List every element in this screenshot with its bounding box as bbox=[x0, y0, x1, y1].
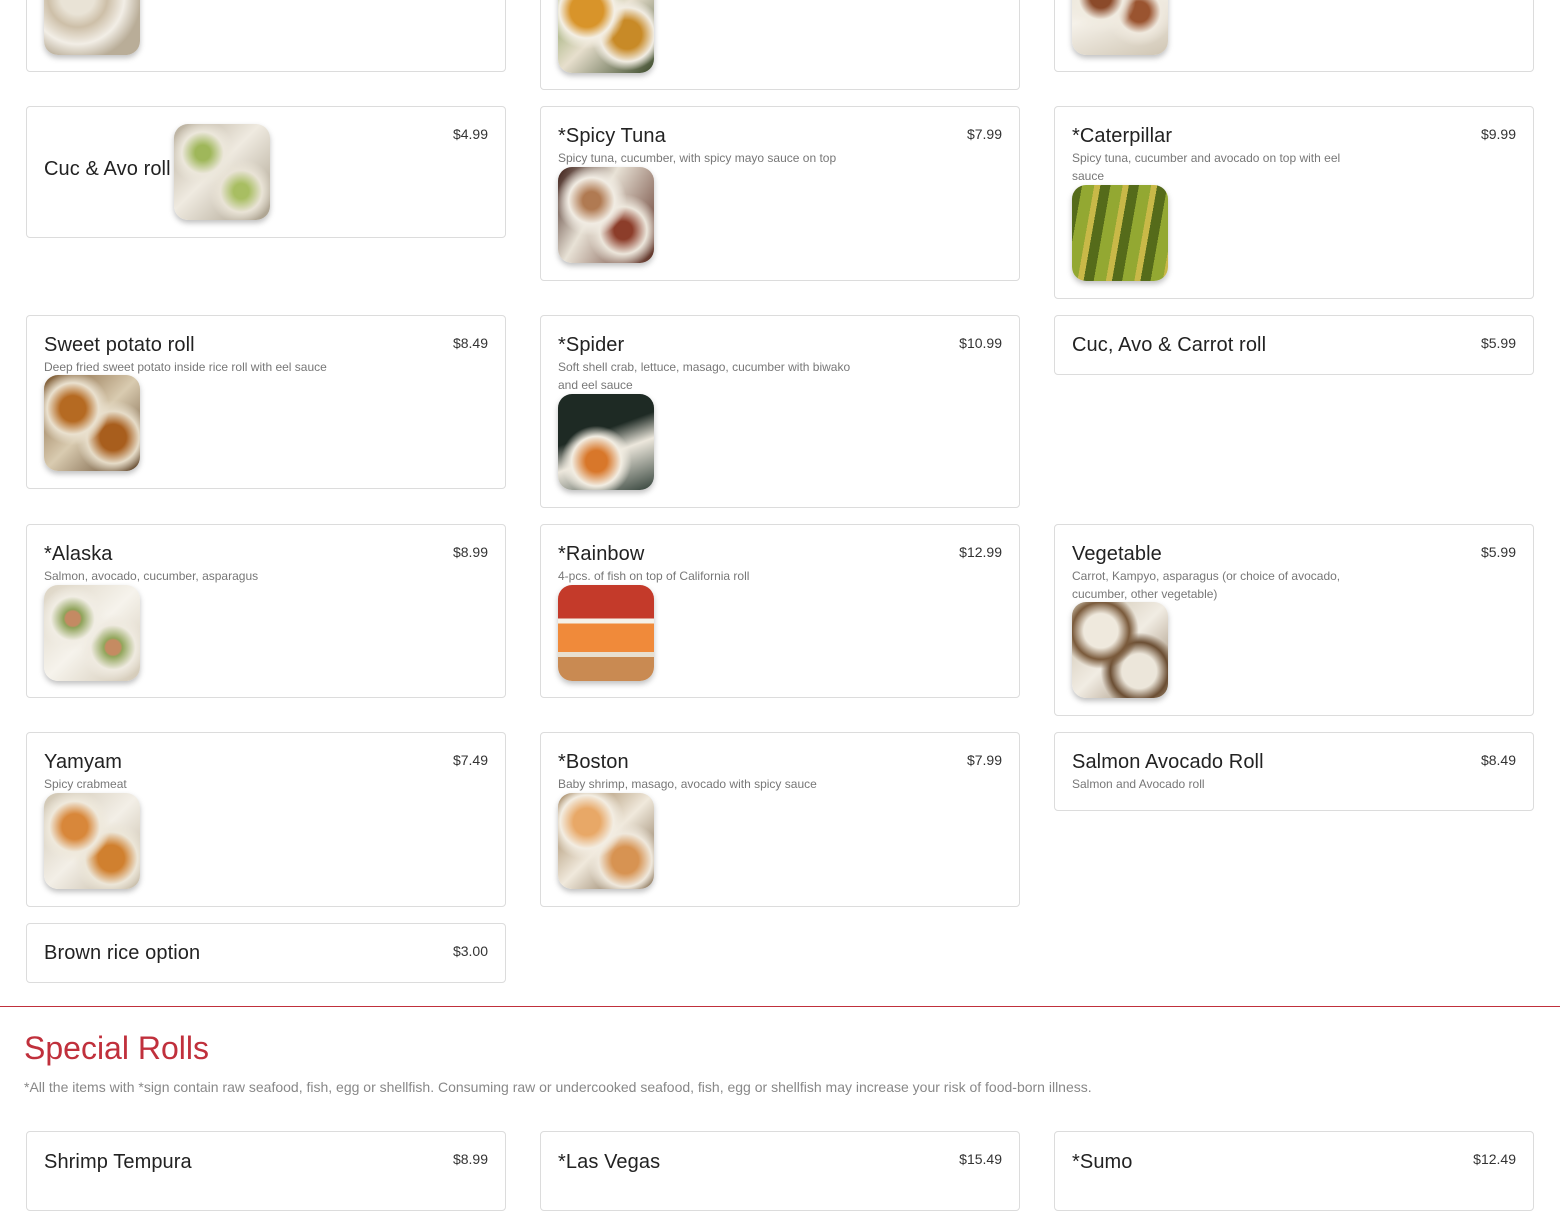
menu-item-salmon-avocado-roll[interactable]: Salmon Avocado Roll $8.49 Salmon and Avo… bbox=[1054, 732, 1534, 811]
raw-food-disclaimer: *All the items with *sign contain raw se… bbox=[24, 1079, 1092, 1095]
item-name: Sweet potato roll bbox=[44, 334, 195, 356]
item-price: $7.99 bbox=[966, 126, 1002, 142]
item-price: $12.49 bbox=[1473, 1151, 1516, 1167]
roll-photo bbox=[558, 167, 654, 263]
item-price: $8.49 bbox=[452, 335, 488, 351]
item-name: Cuc & Avo roll bbox=[44, 158, 171, 180]
item-name: Cuc, Avo & Carrot roll bbox=[1072, 334, 1267, 356]
menu-item-yamyam[interactable]: Yamyam $7.49 Spicy crabmeat bbox=[26, 732, 506, 907]
item-price: $8.49 bbox=[1480, 752, 1516, 768]
item-price: $12.99 bbox=[959, 544, 1002, 560]
item-name: *Caterpillar bbox=[1072, 125, 1173, 147]
section-title: Special Rolls bbox=[24, 1030, 209, 1066]
roll-photo bbox=[1072, 185, 1168, 281]
item-price: $8.99 bbox=[452, 1151, 488, 1167]
item-price: $3.00 bbox=[452, 943, 488, 959]
menu-item-vegetable[interactable]: Vegetable $5.99 Carrot, Kampyo, asparagu… bbox=[1054, 524, 1534, 716]
item-price: $4.99 bbox=[452, 126, 488, 142]
item-description: Spicy tuna, cucumber and avocado on top … bbox=[1072, 151, 1341, 183]
menu-item-brown-rice-option[interactable]: Brown rice option $3.00 bbox=[26, 923, 506, 983]
item-description: Soft shell crab, lettuce, masago, cucumb… bbox=[558, 360, 851, 392]
roll-photo bbox=[44, 375, 140, 471]
item-price: $10.99 bbox=[959, 335, 1002, 351]
item-name: Brown rice option bbox=[44, 942, 201, 964]
item-name: Yamyam bbox=[44, 751, 123, 773]
roll-photo bbox=[44, 0, 140, 55]
menu-item-sumo[interactable]: *Sumo $12.49 bbox=[1054, 1131, 1534, 1211]
section-divider bbox=[0, 1006, 1560, 1007]
roll-photo bbox=[558, 0, 654, 73]
item-name: *Boston bbox=[558, 751, 629, 773]
item-description: Salmon, avocado, cucumber, asparagus bbox=[44, 569, 259, 583]
menu-item-spicy-tuna[interactable]: *Spicy Tuna $7.99 Spicy tuna, cucumber, … bbox=[540, 106, 1020, 281]
roll-photo bbox=[44, 585, 140, 681]
item-name: *Spicy Tuna bbox=[558, 125, 666, 147]
item-price: $7.99 bbox=[966, 752, 1002, 768]
item-price: $15.49 bbox=[959, 1151, 1002, 1167]
roll-photo bbox=[1072, 602, 1168, 698]
roll-photo bbox=[558, 585, 654, 681]
roll-photo bbox=[44, 793, 140, 889]
item-name: Vegetable bbox=[1072, 543, 1162, 565]
menu-item-spider[interactable]: *Spider $10.99 Soft shell crab, lettuce,… bbox=[540, 315, 1020, 508]
menu-item-shrimp-tempura[interactable]: Shrimp Tempura $8.99 bbox=[26, 1131, 506, 1211]
menu-item-sweet-potato-roll[interactable]: Sweet potato roll $8.49 Deep fried sweet… bbox=[26, 315, 506, 489]
item-price: $8.99 bbox=[452, 544, 488, 560]
item-description: Deep fried sweet potato inside rice roll… bbox=[44, 360, 327, 374]
item-description: 4-pcs. of fish on top of California roll bbox=[558, 569, 750, 583]
menu-item-rainbow[interactable]: *Rainbow $12.99 4-pcs. of fish on top of… bbox=[540, 524, 1020, 698]
menu-item-card[interactable] bbox=[540, 0, 1020, 90]
item-name: *Alaska bbox=[44, 543, 113, 565]
menu-item-card[interactable] bbox=[26, 0, 506, 72]
menu-item-card[interactable] bbox=[1054, 0, 1534, 72]
item-price: $9.99 bbox=[1480, 126, 1516, 142]
roll-photo bbox=[558, 394, 654, 490]
item-price: $7.49 bbox=[452, 752, 488, 768]
item-price: $5.99 bbox=[1480, 335, 1516, 351]
menu-item-cuc-avo-roll[interactable]: Cuc & Avo roll $4.99 bbox=[26, 106, 506, 238]
roll-photo bbox=[174, 124, 270, 220]
menu-item-boston[interactable]: *Boston $7.99 Baby shrimp, masago, avoca… bbox=[540, 732, 1020, 907]
menu-item-las-vegas[interactable]: *Las Vegas $15.49 bbox=[540, 1131, 1020, 1211]
item-name: *Sumo bbox=[1072, 1151, 1133, 1173]
item-description: Carrot, Kampyo, asparagus (or choice of … bbox=[1072, 569, 1341, 601]
menu-item-cuc-avo-carrot-roll[interactable]: Cuc, Avo & Carrot roll $5.99 bbox=[1054, 315, 1534, 375]
item-name: *Spider bbox=[558, 334, 625, 356]
item-description: Salmon and Avocado roll bbox=[1072, 777, 1205, 791]
item-description: Spicy crabmeat bbox=[44, 777, 127, 791]
item-name: Salmon Avocado Roll bbox=[1072, 751, 1264, 773]
menu-item-alaska[interactable]: *Alaska $8.99 Salmon, avocado, cucumber,… bbox=[26, 524, 506, 698]
item-description: Baby shrimp, masago, avocado with spicy … bbox=[558, 777, 817, 791]
item-name: *Rainbow bbox=[558, 543, 645, 565]
roll-photo bbox=[1072, 0, 1168, 55]
roll-photo bbox=[558, 793, 654, 889]
item-name: *Las Vegas bbox=[558, 1151, 661, 1173]
item-description: Spicy tuna, cucumber, with spicy mayo sa… bbox=[558, 151, 837, 165]
item-name: Shrimp Tempura bbox=[44, 1151, 192, 1173]
menu-item-caterpillar[interactable]: *Caterpillar $9.99 Spicy tuna, cucumber … bbox=[1054, 106, 1534, 299]
item-price: $5.99 bbox=[1480, 544, 1516, 560]
